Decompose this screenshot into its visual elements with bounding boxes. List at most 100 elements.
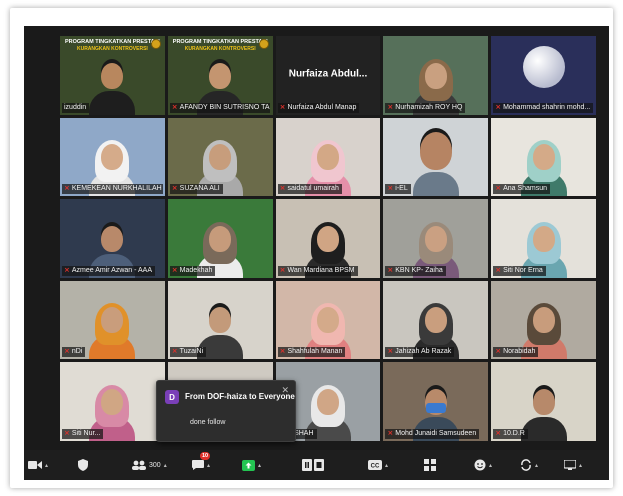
participant-name-label: ⨯ saidatul umairah xyxy=(277,184,342,195)
participant-name: Nurfaiza Abdul Manap xyxy=(287,103,357,111)
participant-name: izuddin xyxy=(64,103,87,111)
closed-caption-button[interactable]: CC ▴ xyxy=(368,456,388,474)
share-screen-icon xyxy=(242,459,255,471)
participant-name-label: ⨯ Jahizah Ab Razak xyxy=(385,347,455,358)
mic-muted-icon: ⨯ xyxy=(387,266,394,274)
participant-name: Nurhamizah ROY HQ xyxy=(395,103,463,111)
participant-name-label: ⨯ Mohammad shahrin mohd... xyxy=(493,102,594,113)
participant-name: Shahfulah Manan xyxy=(287,348,343,356)
participant-name-label: ⨯ nDi xyxy=(62,347,86,358)
participant-name-label: ⨯ Nurfaiza Abdul Manap xyxy=(277,102,360,113)
participant-tile[interactable]: ⨯ Jahizah Ab Razak xyxy=(383,280,489,360)
participant-name: saidatul umairah xyxy=(287,185,339,193)
sender-avatar: D xyxy=(165,390,179,404)
participant-tile[interactable]: ⨯ i-EL xyxy=(383,117,489,197)
mic-muted-icon: ⨯ xyxy=(495,103,502,111)
share-screen-button[interactable]: ▴ xyxy=(242,456,261,474)
participant-tile[interactable]: PROGRAM TINGKATKAN PRESTASI KURANGKAN KON… xyxy=(60,36,165,115)
mic-muted-icon: ⨯ xyxy=(387,429,394,437)
mic-muted-icon: ⨯ xyxy=(495,266,502,274)
record-button[interactable] xyxy=(302,456,324,474)
participant-tile[interactable]: ⨯ Nurhamizah ROY HQ xyxy=(383,36,489,115)
participants-count: 300 xyxy=(149,461,161,469)
close-icon[interactable]: ✕ xyxy=(281,385,289,396)
chevron-up-icon[interactable]: ▴ xyxy=(207,462,210,469)
chevron-up-icon[interactable]: ▴ xyxy=(489,462,492,469)
participant-name-label: ⨯ Siti Nor Erna xyxy=(493,265,546,276)
participant-tile[interactable]: Nurfaiza Abdul... ⨯ Nurfaiza Abdul Manap xyxy=(275,36,381,115)
participant-tile[interactable]: ⨯ Shahfulah Manan xyxy=(275,280,381,360)
participant-name-label: ⨯ Siti Nur... xyxy=(62,428,104,439)
shield-icon xyxy=(78,459,88,471)
virtual-background-banner: PROGRAM TINGKATKAN PRESTASI KURANGKAN KON… xyxy=(168,39,273,53)
participant-tile[interactable]: ⨯ 10.D.R xyxy=(491,362,596,441)
participant-tile[interactable]: ⨯ Wan Mardiana BPSM xyxy=(275,199,381,278)
meeting-toolbar: ▴ 300 ▴ 10 ▴ ▴ CC ▴ ▴ ▴ ▴ xyxy=(24,450,609,480)
chevron-up-icon[interactable]: ▴ xyxy=(45,462,48,469)
participant-tile[interactable]: ⨯ SUZANA ALI xyxy=(167,117,273,197)
participant-person xyxy=(406,126,466,197)
mic-muted-icon: ⨯ xyxy=(495,429,502,437)
monitor-icon xyxy=(564,460,576,470)
mic-muted-icon: ⨯ xyxy=(387,103,394,111)
chevron-up-icon[interactable]: ▴ xyxy=(535,462,538,469)
chat-notification-popup[interactable]: D From DOF-haiza to Everyone done follow… xyxy=(156,380,296,442)
chevron-up-icon[interactable]: ▴ xyxy=(164,462,167,469)
mic-muted-icon: ⨯ xyxy=(279,266,286,274)
participant-tile[interactable]: ⨯ Mohd Junaidi Samsudeen xyxy=(383,362,489,441)
apps-button[interactable] xyxy=(424,456,436,474)
participant-name-label: ⨯AFANDY BIN SUTRISNO TANJUNG xyxy=(169,102,271,113)
participant-name-label: ⨯ Mohd Junaidi Samsudeen xyxy=(385,428,480,439)
participant-tile[interactable]: ⨯ Madekhah xyxy=(167,199,273,278)
participant-tile[interactable]: ⨯ Siti Nur... xyxy=(60,362,165,441)
participant-tile[interactable]: ⨯ KEMEKEAN NURKHALILAH xyxy=(60,117,165,197)
participant-tile[interactable]: ⨯ KBN KP- Zaiha xyxy=(383,199,489,278)
participant-name-label: ⨯ KEMEKEAN NURKHALILAH xyxy=(62,184,163,195)
participant-name-label: ⨯ SUZANA ALI xyxy=(169,184,223,195)
banner-line-2: KURANGKAN KONTROVERSI xyxy=(184,46,256,52)
security-button[interactable] xyxy=(78,456,88,474)
participant-tile[interactable]: ⨯ nDi xyxy=(60,280,165,360)
more-button[interactable]: ▴ xyxy=(564,456,582,474)
participant-tile[interactable]: ⨯ Ana Shamsun xyxy=(491,117,596,197)
participant-name: Norabidah xyxy=(503,348,536,356)
whiteboard-button[interactable]: ▴ xyxy=(520,456,538,474)
chat-bubble-icon xyxy=(192,460,204,470)
participant-display-name: Nurfaiza Abdul... xyxy=(288,68,368,80)
mic-muted-icon: ⨯ xyxy=(64,429,70,437)
participant-tile[interactable]: ⨯ Siti Nor Erna xyxy=(491,199,596,278)
apps-grid-icon xyxy=(424,459,436,471)
participants-button[interactable]: 300 ▴ xyxy=(132,456,167,474)
participant-name-label: ⨯ 10.D.R xyxy=(493,428,528,439)
chevron-up-icon[interactable]: ▴ xyxy=(385,462,388,469)
participant-name: AFANDY BIN SUTRISNO TANJUNG xyxy=(179,103,271,111)
participant-name: Siti Nur... xyxy=(71,429,101,437)
reactions-button[interactable]: ▴ xyxy=(474,456,492,474)
mic-muted-icon: ⨯ xyxy=(279,103,286,111)
mic-muted-icon: ⨯ xyxy=(171,103,178,111)
participant-name: Wan Mardiana BPSM xyxy=(287,266,355,274)
participant-tile[interactable]: ⨯ TuzaiNi xyxy=(167,280,273,360)
svg-text:CC: CC xyxy=(371,464,380,470)
zoom-meeting-window: PROGRAM TINGKATKAN PRESTASI KURANGKAN KON… xyxy=(24,26,609,480)
banner-line-1: PROGRAM TINGKATKAN PRESTASI xyxy=(64,39,160,45)
chevron-up-icon[interactable]: ▴ xyxy=(258,462,261,469)
participant-tile[interactable]: ⨯ Azmee Amir Azwan - AAA xyxy=(60,199,165,278)
participant-name: TuzaiNi xyxy=(179,348,204,356)
mic-muted-icon: ⨯ xyxy=(495,185,502,193)
chevron-up-icon[interactable]: ▴ xyxy=(579,462,582,469)
participant-tile[interactable]: ⨯ saidatul umairah xyxy=(275,117,381,197)
participant-name: 10.D.R xyxy=(503,429,525,437)
participant-tile[interactable]: PROGRAM TINGKATKAN PRESTASI KURANGKAN KON… xyxy=(167,36,273,115)
emblem-icon xyxy=(150,39,161,49)
participant-tile[interactable]: ⨯ Norabidah xyxy=(491,280,596,360)
mic-muted-icon: ⨯ xyxy=(495,348,502,356)
closed-caption-icon: CC xyxy=(368,460,382,470)
participant-person xyxy=(89,301,136,360)
participant-tile[interactable]: ⨯ Mohammad shahrin mohd... xyxy=(491,36,596,115)
chat-button[interactable]: 10 ▴ xyxy=(192,452,211,474)
participant-name: i-EL xyxy=(395,185,408,193)
globe-image xyxy=(522,46,565,88)
mic-muted-icon: ⨯ xyxy=(171,266,178,274)
video-button[interactable]: ▴ xyxy=(28,456,48,474)
